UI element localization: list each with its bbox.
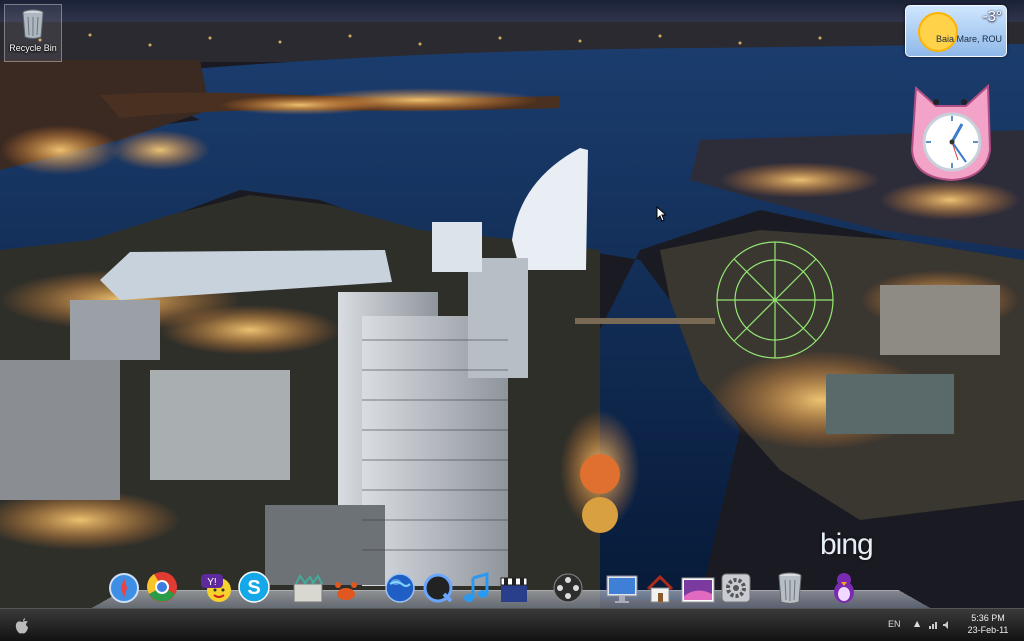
clock-date: 23-Feb-11: [967, 625, 1009, 635]
dock-item-home[interactable]: [641, 560, 679, 604]
clock-gadget[interactable]: [906, 80, 996, 182]
dock-separator: [273, 574, 289, 604]
dock-item-box-app[interactable]: [289, 560, 327, 604]
safari-icon: [109, 573, 139, 603]
dock-item-trash[interactable]: [771, 560, 809, 604]
dock-item-quicktime[interactable]: [419, 560, 457, 604]
dock-item-crab-app[interactable]: [327, 560, 365, 604]
weather-temperature: -3°: [982, 8, 1002, 25]
globe-icon: [385, 573, 415, 603]
film-reel-icon: [553, 573, 583, 603]
dock-item-film-reel[interactable]: [549, 560, 587, 604]
dock-separator: [755, 574, 771, 604]
svg-text:Y!: Y!: [207, 577, 216, 588]
taskbar: EN ▲ 5:36 PM 23-Feb-11: [0, 608, 1024, 641]
mouse-pointer-icon: [656, 206, 666, 222]
bing-logo: bing: [820, 528, 874, 562]
crab-app-icon: [335, 582, 357, 600]
dock-separator: [365, 574, 381, 604]
chrome-icon: [147, 572, 177, 602]
clock-time: 5:36 PM: [971, 613, 1005, 623]
system-clock[interactable]: 5:36 PM 23-Feb-11: [958, 612, 1018, 636]
start-apple-icon[interactable]: [12, 615, 32, 635]
movie-clapper-icon: [500, 577, 528, 602]
dock-item-globe[interactable]: [381, 560, 419, 604]
dock-item-safari[interactable]: [105, 560, 143, 604]
dock-item-chrome[interactable]: [143, 560, 181, 604]
itunes-icon: [464, 572, 489, 602]
dock-item-movie-clapper[interactable]: [495, 560, 533, 604]
dock-item-yahoo-messenger[interactable]: Y!: [197, 560, 235, 604]
weather-gadget[interactable]: -3° Baia Mare, ROU: [905, 5, 1007, 57]
settings-icon: [721, 573, 751, 603]
recycle-bin-icon: [22, 9, 44, 39]
dock-item-penguin[interactable]: [825, 560, 863, 604]
photo-icon: [681, 577, 715, 603]
dock-separator: [533, 574, 549, 604]
weather-location: Baia Mare, ROU: [935, 34, 1002, 44]
monitor-icon: [606, 575, 638, 603]
yahoo-messenger-icon: Y!: [201, 574, 231, 602]
box-app-icon: [293, 574, 323, 603]
svg-text:S: S: [247, 577, 260, 599]
dock-item-itunes[interactable]: [457, 560, 495, 604]
dock-separator: [809, 574, 825, 604]
dock-item-settings[interactable]: [717, 560, 755, 604]
trash-icon: [778, 572, 802, 604]
language-indicator[interactable]: EN: [888, 619, 901, 629]
sun-icon: [918, 12, 958, 52]
volume-icon[interactable]: [942, 620, 952, 630]
pink-cat-clock-icon: [910, 83, 992, 182]
dock-item-monitor[interactable]: [603, 560, 641, 604]
bing-logo-text: bing: [820, 528, 874, 561]
dock: Y! S: [105, 558, 863, 604]
dock-item-skype[interactable]: S: [235, 560, 273, 604]
dock-separator: [181, 574, 197, 604]
network-icon[interactable]: [928, 620, 938, 630]
dock-item-photo[interactable]: [679, 560, 717, 604]
quicktime-icon: [423, 573, 453, 603]
recycle-bin-label: Recycle Bin: [9, 43, 57, 53]
home-icon: [646, 574, 674, 603]
dock-separator: [587, 574, 603, 604]
penguin-icon: [834, 573, 854, 603]
skype-icon: S: [238, 571, 270, 603]
show-hidden-icons-icon[interactable]: ▲: [914, 619, 920, 628]
recycle-bin-desktop-icon[interactable]: Recycle Bin: [4, 4, 62, 62]
